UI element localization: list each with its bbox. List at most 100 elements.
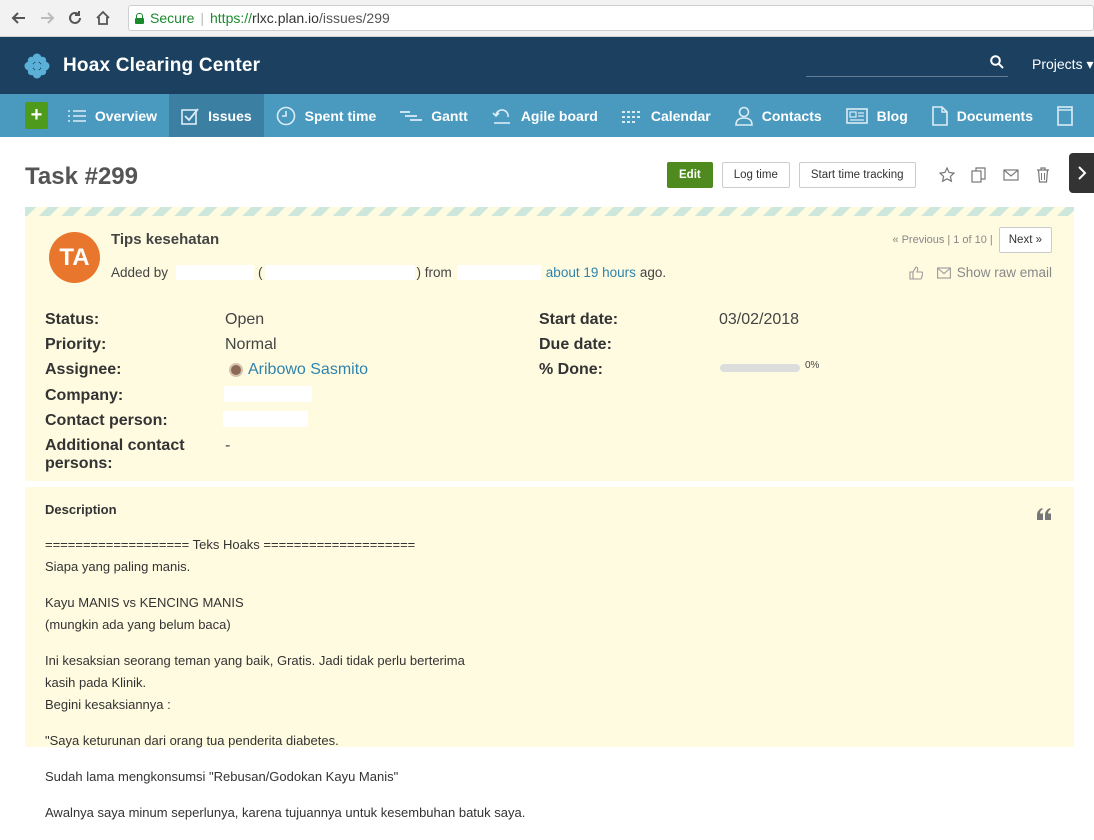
chevron-right-icon [1077, 166, 1086, 180]
checkbox-icon [181, 107, 199, 125]
pagination-separator: | [989, 234, 993, 246]
url-path: /issues/299 [318, 10, 390, 26]
quote-icon[interactable] [1036, 508, 1052, 520]
search-icon[interactable] [990, 55, 1004, 69]
redacted-contact [223, 411, 308, 427]
contact-icon [734, 106, 753, 126]
description-line: Ini kesaksian seorang teman yang baik, G… [45, 653, 465, 668]
tab-blog[interactable]: Blog [834, 94, 920, 137]
avatar: TA [49, 232, 100, 283]
tab-agile-board[interactable]: Agile board [480, 94, 610, 137]
description-paragraph: Ini kesaksian seorang teman yang baik, G… [45, 650, 945, 716]
tracker-stripe [25, 207, 1074, 216]
secure-indicator: Secure [135, 10, 194, 26]
browser-toolbar: Secure | https:// rlxc.plan.io /issues/2… [0, 0, 1094, 37]
description-line: Begini kesaksiannya : [45, 697, 171, 712]
description-title: Description [45, 502, 117, 517]
pagination-position: 1 of 10 [953, 234, 987, 246]
logo-icon[interactable] [24, 53, 50, 79]
additional-contact-value: - [225, 437, 231, 454]
lock-icon [135, 12, 144, 24]
back-arrow-icon[interactable] [8, 7, 30, 29]
chevron-down-icon: ▾ [1086, 56, 1094, 72]
forward-arrow-icon[interactable] [36, 7, 58, 29]
redacted-author [176, 265, 255, 280]
calendar-icon [621, 110, 640, 123]
assignee-link[interactable]: Aribowo Sasmito [248, 361, 368, 379]
priority-label: Priority: [45, 336, 107, 353]
search-input[interactable] [806, 53, 1008, 77]
main-menu: + Overview Issues Spent time Gantt Agile… [0, 94, 1094, 137]
pagination-separator: | [947, 234, 951, 246]
page-title: Task #299 [25, 163, 138, 190]
next-button[interactable]: Next » [998, 227, 1052, 253]
reload-icon[interactable] [64, 7, 86, 29]
tab-issues[interactable]: Issues [169, 94, 264, 137]
created-time-link[interactable]: about 19 hours [546, 265, 636, 280]
description-paragraph: =================== Teks Hoaks =========… [45, 534, 945, 578]
clock-icon [276, 106, 295, 125]
description-body: =================== Teks Hoaks =========… [45, 534, 945, 838]
contact-person-value [223, 411, 308, 432]
tab-overview[interactable]: Overview [56, 94, 169, 137]
gantt-icon [400, 110, 423, 121]
redacted-email [264, 265, 415, 280]
company-value [224, 386, 312, 407]
log-time-button[interactable]: Log time [721, 162, 790, 188]
issue-pagination: « Previous | 1 of 10 | Next » [892, 227, 1052, 253]
address-bar[interactable]: Secure | https:// rlxc.plan.io /issues/2… [128, 5, 1094, 31]
new-object-button[interactable]: + [25, 102, 48, 129]
description-line: kasih pada Klinik. [45, 675, 147, 690]
trash-icon[interactable] [1033, 165, 1053, 185]
sidebar-toggle-button[interactable] [1069, 153, 1094, 193]
start-time-tracking-button[interactable]: Start time tracking [798, 162, 916, 188]
redacted-company [224, 386, 312, 402]
start-date-value: 03/02/2018 [719, 311, 800, 328]
projects-dropdown[interactable]: Projects ▾ [1032, 56, 1094, 73]
description-line: Awalnya saya minum seperlunya, karena tu… [45, 805, 526, 820]
list-icon [67, 109, 86, 122]
done-value: 0% [805, 360, 820, 371]
contact-person-label: Contact person: [45, 412, 168, 429]
issue-details: TA Tips kesehatan Added by ( ) from abou… [25, 207, 1074, 481]
start-date-label: Start date: [539, 311, 619, 328]
mail-icon [936, 266, 951, 279]
company-label: Company: [45, 387, 124, 404]
address-separator: | [200, 10, 204, 26]
description-paragraph: Sudah lama mengkonsumsi "Rebusan/Godokan… [45, 766, 945, 788]
tab-documents[interactable]: Documents [920, 94, 1045, 137]
tab-calendar[interactable]: Calendar [610, 94, 723, 137]
home-icon[interactable] [92, 7, 114, 29]
tab-spent-time[interactable]: Spent time [264, 94, 389, 137]
site-title[interactable]: Hoax Clearing Center [63, 55, 260, 77]
top-header: Hoax Clearing Center Projects ▾ [0, 37, 1094, 94]
show-raw-email-link[interactable]: Show raw email [957, 265, 1052, 280]
status-label: Status: [45, 311, 100, 328]
tab-gantt[interactable]: Gantt [388, 94, 480, 137]
mail-icon[interactable] [1001, 165, 1021, 185]
done-progress-bar [720, 364, 800, 372]
book-icon [1057, 105, 1073, 126]
previous-link[interactable]: « Previous [892, 234, 944, 246]
assignee-label: Assignee: [45, 361, 122, 378]
url-host: rlxc.plan.io [252, 10, 319, 26]
due-date-label: Due date: [539, 336, 612, 353]
assignee-avatar [229, 363, 243, 377]
copy-icon[interactable] [969, 165, 989, 185]
additional-contact-label: Additional contact persons: [45, 437, 185, 472]
thumbs-up-icon[interactable] [909, 265, 923, 280]
star-icon[interactable] [937, 165, 957, 185]
description-line: (mungkin ada yang belum baca) [45, 617, 231, 632]
description-section: Description =================== Teks Hoa… [25, 487, 1074, 820]
tab-more[interactable] [1045, 94, 1094, 137]
assignee-value: Aribowo Sasmito [229, 361, 368, 379]
main-content: Task #299 Edit Log time Start time track… [0, 137, 1094, 820]
edit-button[interactable]: Edit [667, 162, 713, 188]
description-line: Sudah lama mengkonsumsi "Rebusan/Godokan… [45, 769, 399, 784]
priority-value: Normal [225, 336, 277, 353]
description-line: Kayu MANIS vs KENCING MANIS [45, 595, 244, 610]
newspaper-icon [845, 107, 868, 124]
tab-contacts[interactable]: Contacts [723, 94, 834, 137]
description-paragraph: "Saya keturunan dari orang tua penderita… [45, 730, 945, 752]
description-line: Siapa yang paling manis. [45, 559, 191, 574]
